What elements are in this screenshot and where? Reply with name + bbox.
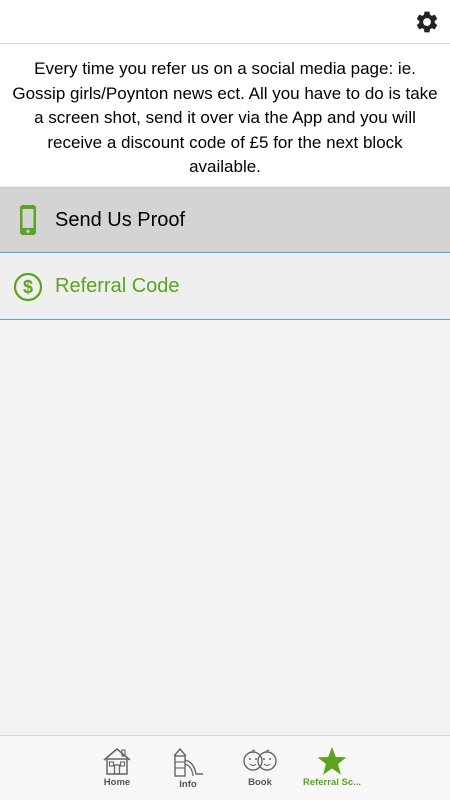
referral-intro-text: Every time you refer us on a social medi… <box>0 44 450 186</box>
bottom-tab-bar: Home Info Book Referral Sc... <box>0 735 450 800</box>
tab-home-label: Home <box>103 777 131 788</box>
send-us-proof-label: Send Us Proof <box>55 208 186 231</box>
tab-referral-scheme[interactable]: Referral Sc... <box>296 746 368 798</box>
tab-book[interactable]: Book <box>224 746 296 798</box>
top-bar <box>0 0 450 44</box>
star-icon <box>317 747 347 775</box>
referral-code-label: Referral Code <box>55 275 180 297</box>
svg-text:$: $ <box>23 277 33 297</box>
tab-home[interactable]: Home <box>81 746 153 798</box>
phone-icon <box>13 203 43 237</box>
tab-referral-scheme-label: Referral Sc... <box>302 777 362 788</box>
baby-faces-icon <box>243 749 277 771</box>
playground-icon <box>173 747 203 777</box>
dollar-circle-icon: $ <box>13 270 43 304</box>
tab-info[interactable]: Info <box>152 746 224 798</box>
tab-book-label: Book <box>248 777 272 788</box>
gear-icon[interactable] <box>414 9 440 35</box>
send-us-proof-item[interactable]: Send Us Proof <box>0 187 450 253</box>
house-icon <box>103 747 131 775</box>
referral-code-item[interactable]: $ Referral Code <box>0 254 450 320</box>
tab-info-label: Info <box>179 779 197 790</box>
app-screen: Every time you refer us on a social medi… <box>0 0 450 800</box>
